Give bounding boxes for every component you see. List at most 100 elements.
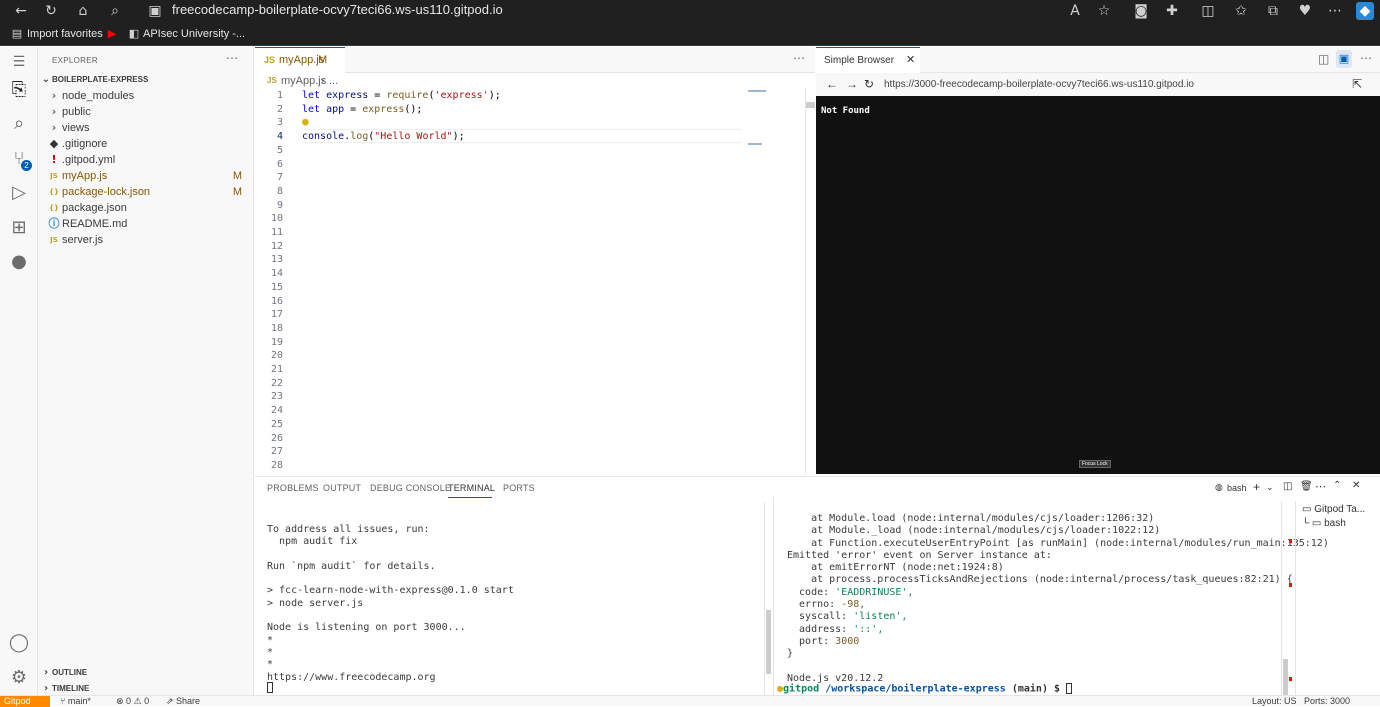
terminal-prompt[interactable]: ●gitpod /workspace/boilerplate-express (… bbox=[777, 683, 1073, 696]
trash-icon[interactable]: 🗑 bbox=[1300, 481, 1313, 492]
breadcrumb-file[interactable]: myApp.js bbox=[281, 73, 326, 89]
performance-icon[interactable]: ♥ bbox=[1296, 2, 1314, 20]
breadcrumb-more[interactable]: ... bbox=[329, 73, 338, 89]
panel-tab-problems[interactable]: PROBLEMS bbox=[267, 483, 319, 493]
lightbulb-icon[interactable]: ● bbox=[302, 115, 309, 129]
close-icon[interactable]: ✕ bbox=[906, 53, 915, 66]
forward-icon[interactable]: → bbox=[846, 77, 858, 91]
panel-tab-output[interactable]: OUTPUT bbox=[323, 483, 361, 493]
split-terminal-icon[interactable]: ◫ bbox=[1283, 481, 1292, 492]
file-item[interactable]: JS server.js bbox=[38, 232, 254, 248]
more-actions-icon[interactable]: ⋯ bbox=[793, 51, 805, 65]
file-item[interactable]: JS myApp.js M bbox=[38, 168, 254, 184]
terminal-right[interactable]: at Module.load (node:internal/modules/cj… bbox=[787, 513, 1329, 685]
minimap[interactable] bbox=[745, 88, 805, 474]
favorites-icon[interactable]: ✩ bbox=[1232, 2, 1250, 20]
file-item[interactable]: › views bbox=[38, 120, 254, 136]
copilot-icon[interactable]: ◆ bbox=[1356, 2, 1374, 20]
scroll-thumb[interactable] bbox=[766, 610, 771, 674]
bottom-panel: PROBLEMS OUTPUT DEBUG CONSOLE TERMINAL PORTS… bbox=[255, 476, 1380, 696]
pocket-icon[interactable]: ◙ bbox=[1132, 2, 1150, 20]
refresh-icon[interactable]: ↻ bbox=[42, 2, 60, 20]
scroll-thumb[interactable] bbox=[806, 102, 815, 108]
file-item[interactable]: › node_modules bbox=[38, 88, 254, 104]
file-item[interactable]: ⓘ README.md bbox=[38, 216, 254, 232]
favorite-star-icon[interactable]: ☆ bbox=[1095, 2, 1113, 20]
extensions-icon[interactable]: ⊞ bbox=[8, 217, 30, 239]
github-icon[interactable]: ● bbox=[8, 251, 30, 273]
tab-simple-browser[interactable]: Simple Browser ✕ bbox=[816, 47, 920, 73]
line-number: 15 bbox=[270, 281, 283, 293]
breadcrumb: JS myApp.js › ... bbox=[255, 73, 815, 89]
more-actions-icon[interactable]: ⋯ bbox=[1360, 51, 1372, 65]
editor-scrollbar[interactable] bbox=[805, 88, 815, 474]
collections-icon[interactable]: ⧉ bbox=[1264, 2, 1282, 20]
line-number: 26 bbox=[270, 432, 283, 444]
back-icon[interactable]: ← bbox=[826, 77, 838, 91]
read-aloud-icon[interactable]: A bbox=[1066, 2, 1084, 20]
menu-icon[interactable]: ☰ bbox=[8, 51, 30, 73]
terminal-left[interactable]: To address all issues, run: npm audit fi… bbox=[267, 524, 514, 684]
ports-indicator[interactable]: Ports: 3000 bbox=[1304, 696, 1350, 707]
file-item[interactable]: › public bbox=[38, 104, 254, 120]
back-icon[interactable]: ← bbox=[12, 2, 30, 20]
search-icon[interactable]: ⌕ bbox=[106, 2, 124, 20]
split-editor-icon[interactable]: ◫ bbox=[1318, 52, 1329, 66]
terminal-line: Emitted 'error' event on Server instance… bbox=[787, 549, 1052, 561]
scroll-thumb[interactable] bbox=[1283, 659, 1288, 695]
terminal-line: address: '::', bbox=[787, 623, 884, 635]
keyboard-layout[interactable]: Layout: US bbox=[1252, 696, 1297, 707]
panel-tab-debug-console[interactable]: DEBUG CONSOLE bbox=[370, 483, 451, 493]
file-item[interactable]: ! .gitpod.yml bbox=[38, 152, 254, 168]
tab-myapp-js[interactable]: JS myApp.js M bbox=[255, 47, 345, 73]
file-label: server.js bbox=[62, 234, 103, 246]
terminal-split-divider[interactable] bbox=[773, 497, 774, 696]
line-number: 7 bbox=[276, 172, 283, 184]
file-label: views bbox=[62, 122, 90, 134]
terminal-list-item-bash[interactable]: └ ▭ bash bbox=[1302, 518, 1346, 529]
split-screen-icon[interactable]: ◫ bbox=[1199, 2, 1217, 20]
new-terminal-icon[interactable]: + bbox=[1253, 480, 1260, 494]
search-icon[interactable]: ⌕ bbox=[8, 113, 30, 135]
terminal-right-scrollbar[interactable] bbox=[1281, 501, 1289, 696]
home-icon[interactable]: ⌂ bbox=[74, 2, 92, 20]
outline-section[interactable]: › OUTLINE bbox=[38, 665, 254, 681]
branch-indicator[interactable]: ⑂ main* bbox=[60, 696, 91, 707]
chevron-down-icon[interactable]: ⌄ bbox=[1266, 482, 1274, 493]
project-folder[interactable]: ⌄ BOILERPLATE-EXPRESS bbox=[38, 72, 254, 88]
panel-tab-ports[interactable]: PORTS bbox=[503, 483, 535, 493]
code-editor[interactable]: let express = require('express'); let ap… bbox=[302, 88, 742, 474]
panel-tab-terminal[interactable]: TERMINAL bbox=[448, 483, 495, 493]
more-actions-icon[interactable]: ⋯ bbox=[226, 51, 238, 65]
favorite-apisec[interactable]: APIsec University -... bbox=[143, 27, 245, 41]
reload-icon[interactable]: ↻ bbox=[864, 77, 874, 91]
youtube-icon[interactable]: ▶ bbox=[103, 25, 121, 43]
favorite-import[interactable]: Import favorites bbox=[27, 27, 103, 41]
simple-browser-url[interactable]: https://3000-freecodecamp-boilerplate-oc… bbox=[884, 79, 1194, 90]
address-bar[interactable]: freecodecamp-boilerplate-ocvy7teci66.ws-… bbox=[172, 2, 503, 18]
account-icon[interactable]: ◯ bbox=[8, 632, 30, 654]
maximize-panel-icon[interactable]: ⌃ bbox=[1333, 480, 1341, 491]
more-actions-icon[interactable]: ⋯ bbox=[1315, 480, 1326, 493]
activity-bar: ☰ ⎘ ⌕ ⑂ 2 ▷ ⊞ ● ◯ ⚙ bbox=[0, 47, 38, 695]
js-icon: JS bbox=[50, 236, 58, 244]
file-item[interactable]: {} package-lock.json M bbox=[38, 184, 254, 200]
file-item[interactable]: {} package.json bbox=[38, 200, 254, 216]
open-external-icon[interactable]: ⇱ bbox=[1352, 77, 1362, 91]
file-item[interactable]: ◆ .gitignore bbox=[38, 136, 254, 152]
settings-gear-icon[interactable]: ⚙ bbox=[8, 667, 30, 689]
run-debug-icon[interactable]: ▷ bbox=[8, 182, 30, 204]
site-info-icon[interactable]: ▣ bbox=[146, 2, 164, 20]
line-number: 22 bbox=[270, 377, 283, 389]
gitpod-remote-badge[interactable]: Gitpod bbox=[0, 696, 50, 707]
simple-browser-viewport[interactable]: Not Found Focus Lock bbox=[816, 96, 1380, 474]
share-button[interactable]: ⇗ Share bbox=[166, 696, 200, 707]
extensions-icon[interactable]: ✚ bbox=[1163, 2, 1181, 20]
terminal-scrollbar[interactable] bbox=[764, 502, 772, 696]
terminal-list-item-gitpod[interactable]: ▭ Gitpod Ta... bbox=[1302, 504, 1365, 515]
problems-indicator[interactable]: ⊗ 0 ⚠ 0 bbox=[116, 696, 149, 707]
explorer-icon[interactable]: ⎘ bbox=[8, 79, 30, 101]
close-panel-icon[interactable]: ✕ bbox=[1352, 480, 1360, 491]
more-icon[interactable]: ⋯ bbox=[1326, 2, 1344, 20]
lock-icon[interactable]: ▣ bbox=[1336, 50, 1352, 68]
